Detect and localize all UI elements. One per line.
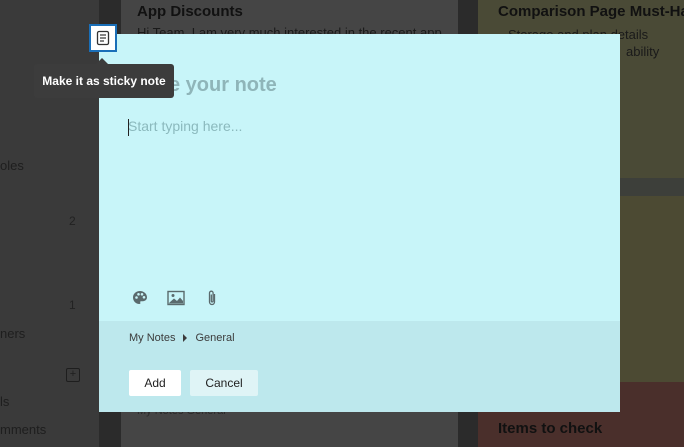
card-title: Comparison Page Must-Have <box>498 3 684 20</box>
note-body-input[interactable] <box>128 114 588 308</box>
sticky-note-button[interactable] <box>89 24 117 52</box>
caret-right-icon <box>183 334 188 342</box>
sidebar-item: ls <box>0 394 10 409</box>
cancel-button[interactable]: Cancel <box>190 370 258 396</box>
sticky-note-icon <box>96 30 110 46</box>
palette-icon <box>133 291 147 304</box>
sticky-note-tooltip: Make it as sticky note <box>34 58 174 98</box>
attach-file-button[interactable] <box>203 289 221 307</box>
image-icon <box>167 290 185 306</box>
card-title: Items to check <box>498 420 603 437</box>
add-button[interactable]: Add <box>129 370 181 396</box>
breadcrumb-section[interactable]: General <box>195 332 234 344</box>
sidebar-count: 1 <box>69 298 76 312</box>
card-title: App Discounts <box>137 3 243 20</box>
sidebar-item: oles <box>0 158 24 173</box>
note-title-placeholder[interactable]: e your note <box>169 74 277 97</box>
sidebar-item: mments <box>0 422 47 437</box>
card-text: ability <box>626 44 660 59</box>
sidebar-add-icon: + <box>66 368 80 382</box>
color-picker-button[interactable] <box>131 289 149 307</box>
sidebar-count: 2 <box>69 214 76 228</box>
text-cursor <box>128 119 129 136</box>
paperclip-icon <box>208 290 216 306</box>
breadcrumb-notebook[interactable]: My Notes <box>129 332 175 344</box>
breadcrumb[interactable]: My Notes General <box>129 332 235 344</box>
sidebar-item: ners <box>0 326 26 341</box>
new-note-modal: e your note My Note <box>99 34 620 412</box>
modal-footer: My Notes General Add Cancel <box>99 321 620 412</box>
insert-image-button[interactable] <box>167 289 185 307</box>
note-toolbar <box>131 289 221 307</box>
